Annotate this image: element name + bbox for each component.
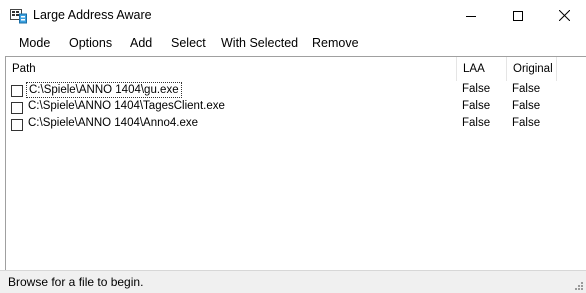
row-laa: False bbox=[462, 100, 491, 112]
status-text: Browse for a file to begin. bbox=[8, 275, 144, 289]
menu-select[interactable]: Select bbox=[171, 36, 206, 50]
menu-with-selected[interactable]: With Selected bbox=[221, 36, 298, 50]
row-checkbox[interactable] bbox=[11, 85, 23, 97]
row-path: C:\Spiele\ANNO 1404\Anno4.exe bbox=[28, 117, 199, 129]
column-header-path[interactable]: Path bbox=[6, 57, 457, 81]
minimize-icon bbox=[466, 15, 476, 17]
maximize-button[interactable] bbox=[495, 0, 541, 31]
row-checkbox[interactable] bbox=[11, 119, 23, 131]
row-laa: False bbox=[462, 117, 491, 129]
title-bar[interactable]: Large Address Aware bbox=[0, 0, 586, 31]
column-header-laa[interactable]: LAA bbox=[457, 57, 507, 81]
list-row[interactable]: C:\Spiele\ANNO 1404\gu.exe False False bbox=[6, 82, 561, 99]
close-button[interactable] bbox=[541, 0, 586, 31]
row-path: C:\Spiele\ANNO 1404\gu.exe bbox=[26, 82, 182, 98]
status-bar: Browse for a file to begin. bbox=[0, 270, 586, 293]
list-header: Path LAA Original bbox=[6, 57, 586, 81]
list-row[interactable]: C:\Spiele\ANNO 1404\Anno4.exe False Fals… bbox=[6, 116, 561, 133]
file-list[interactable]: Path LAA Original C:\Spiele\ANNO 1404\gu… bbox=[5, 56, 586, 270]
close-icon bbox=[558, 10, 570, 21]
row-path: C:\Spiele\ANNO 1404\TagesClient.exe bbox=[28, 100, 225, 112]
list-row[interactable]: C:\Spiele\ANNO 1404\TagesClient.exe Fals… bbox=[6, 99, 561, 116]
window-title: Large Address Aware bbox=[33, 8, 152, 22]
row-laa: False bbox=[462, 83, 491, 95]
minimize-button[interactable] bbox=[448, 0, 494, 31]
app-icon bbox=[10, 7, 28, 24]
menu-mode[interactable]: Mode bbox=[19, 36, 50, 50]
menu-options[interactable]: Options bbox=[69, 36, 112, 50]
menu-bar: Mode Options Add Select With Selected Re… bbox=[0, 32, 586, 54]
menu-add[interactable]: Add bbox=[130, 36, 152, 50]
row-original: False bbox=[512, 100, 541, 112]
resize-grip-icon[interactable] bbox=[573, 280, 584, 291]
column-header-original[interactable]: Original bbox=[507, 57, 557, 81]
maximize-icon bbox=[513, 10, 523, 21]
menu-remove[interactable]: Remove bbox=[312, 36, 359, 50]
row-checkbox[interactable] bbox=[11, 102, 23, 114]
row-original: False bbox=[512, 83, 541, 95]
row-original: False bbox=[512, 117, 541, 129]
